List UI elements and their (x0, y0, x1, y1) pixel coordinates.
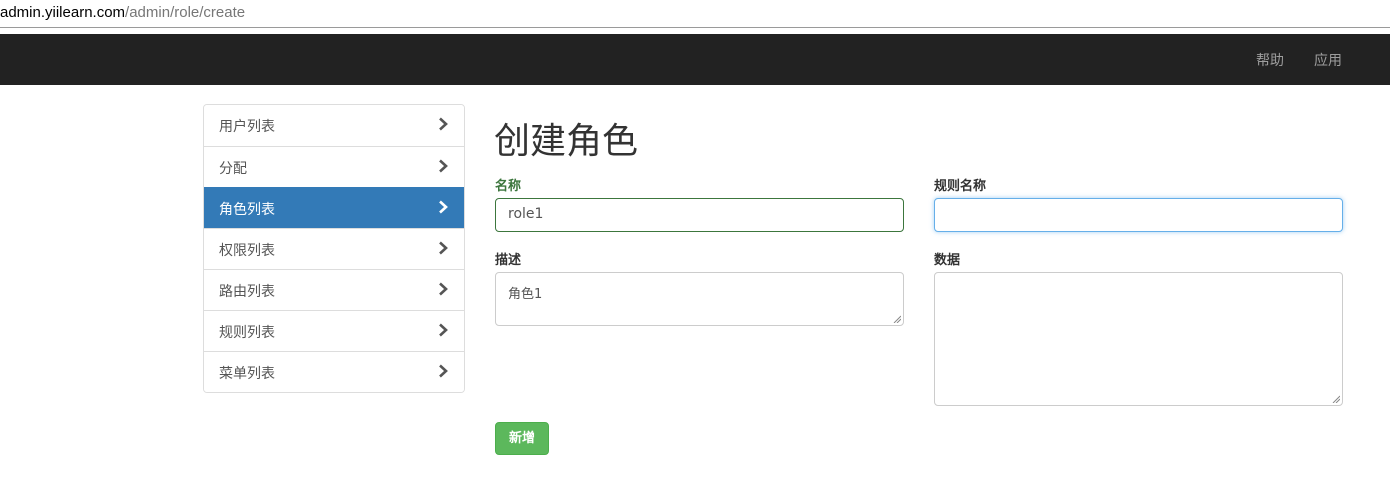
rule-name-label: 规则名称 (934, 179, 987, 194)
sidebar-item-roles[interactable]: 角色列表 (204, 187, 464, 228)
sidebar-item-label: 角色列表 (219, 202, 275, 218)
chevron-right-icon (439, 159, 448, 173)
resize-grip-icon[interactable] (1332, 395, 1340, 403)
chevron-right-icon (439, 241, 448, 255)
sidebar-item-routes[interactable]: 路由列表 (204, 269, 464, 310)
page-title: 创建角色 (494, 121, 639, 162)
rule-name-field[interactable] (934, 198, 1343, 232)
sidebar-menu: 用户列表 分配 角色列表 权限列表 路由列表 规则列表 菜单列表 (203, 104, 465, 393)
chevron-right-icon (439, 200, 448, 214)
name-label: 名称 (495, 179, 522, 194)
data-textarea[interactable] (934, 272, 1343, 406)
nav-apps-link[interactable]: 应用 (1314, 50, 1342, 70)
chevron-right-icon (439, 364, 448, 378)
submit-button[interactable]: 新增 (495, 422, 549, 455)
sidebar-item-users[interactable]: 用户列表 (204, 105, 464, 146)
sidebar-item-label: 规则列表 (219, 325, 275, 341)
description-label: 描述 (495, 253, 522, 268)
sidebar-item-label: 用户列表 (219, 119, 275, 135)
chevron-right-icon (439, 323, 448, 337)
sidebar-item-label: 权限列表 (219, 243, 275, 259)
url-path: /admin/role/create (125, 4, 246, 21)
sidebar-item-label: 菜单列表 (219, 366, 275, 382)
nav-help-link[interactable]: 帮助 (1256, 50, 1284, 70)
chevron-right-icon (439, 117, 448, 131)
sidebar-item-assignment[interactable]: 分配 (204, 146, 464, 187)
name-field-value: role1 (508, 206, 544, 222)
sidebar-item-label: 路由列表 (219, 284, 275, 300)
description-textarea[interactable]: 角色1 (495, 272, 904, 326)
sidebar-item-label: 分配 (219, 161, 247, 177)
resize-grip-icon[interactable] (893, 315, 901, 323)
sidebar-item-rules[interactable]: 规则列表 (204, 310, 464, 351)
description-textarea-value: 角色1 (508, 287, 543, 302)
sidebar-item-menus[interactable]: 菜单列表 (204, 351, 464, 392)
top-navbar: 帮助 应用 (0, 34, 1390, 85)
address-bar[interactable]: admin.yiilearn.com/admin/role/create (0, 0, 1390, 28)
url-host: admin.yiilearn.com (0, 4, 126, 21)
name-field[interactable]: role1 (495, 198, 904, 232)
data-label: 数据 (934, 253, 961, 268)
chevron-right-icon (439, 282, 448, 296)
sidebar-item-permissions[interactable]: 权限列表 (204, 228, 464, 269)
url-text[interactable]: admin.yiilearn.com/admin/role/create (0, 4, 245, 21)
